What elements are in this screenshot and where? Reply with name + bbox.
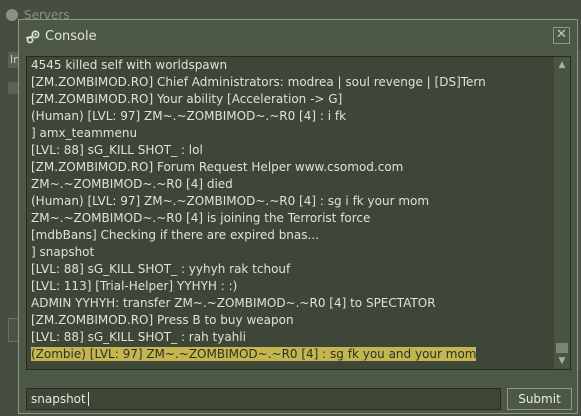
arrow-down-icon[interactable]: ▼ (555, 354, 569, 368)
log-line-text: (Zombie) [LVL: 97] ZM~.~ZOMBIMOD~.~R0 [4… (31, 347, 477, 361)
close-icon[interactable]: ✕ (553, 27, 570, 44)
console-command-input[interactable]: snapshot (26, 388, 501, 410)
log-line-text: (Human) [LVL: 97] ZM~.~ZOMBIMOD~.~R0 [4]… (31, 194, 430, 208)
console-title: Console (45, 29, 97, 44)
log-line: [ZM.ZOMBIMOD.RO] Your ability [Accelerat… (31, 91, 551, 108)
log-line-text: [ZM.ZOMBIMOD.RO] Your ability [Accelerat… (31, 92, 343, 106)
log-line-text: 4545 killed self with worldspawn (31, 58, 228, 72)
log-line-text: ZM~.~ZOMBIMOD~.~R0 [4] died (31, 177, 233, 191)
log-line-text: [ZM.ZOMBIMOD.RO] Press B to buy weapon (31, 313, 294, 327)
log-line-text: [LVL: 88] sG_KILL SHOT_ : rah tyahli (31, 330, 246, 344)
command-input-value: snapshot (31, 392, 86, 406)
log-line-text: [LVL: 113] [Trial-Helper] YYHYH : :) (31, 279, 238, 293)
log-line: [LVL: 113] [Trial-Helper] YYHYH : :) (31, 278, 551, 295)
log-line: [LVL: 88] sG_KILL SHOT_ : lol (31, 142, 551, 159)
log-line: ADMIN YYHYH: transfer ZM~.~ZOMBIMOD~.~R0… (31, 295, 551, 312)
log-line: ] amx_teammenu (31, 125, 551, 142)
console-log-lines: 4545 killed self with worldspawn [ZM.ZOMB… (31, 57, 551, 363)
log-line: [ZM.ZOMBIMOD.RO] Press B to buy weapon (31, 312, 551, 329)
console-titlebar[interactable]: Console ✕ (19, 20, 577, 52)
log-line: [LVL: 88] sG_KILL SHOT_ : rah tyahli (31, 329, 551, 346)
log-line: 4545 killed self with worldspawn (31, 57, 551, 74)
log-line: [ZM.ZOMBIMOD.RO] Chief Administrators: m… (31, 74, 551, 91)
submit-button[interactable]: Submit (507, 388, 572, 410)
log-line-text: [LVL: 88] sG_KILL SHOT_ : lol (31, 143, 203, 157)
log-line-text: ADMIN YYHYH: transfer ZM~.~ZOMBIMOD~.~R0… (31, 296, 436, 310)
log-line-selected: (Zombie) [LVL: 97] ZM~.~ZOMBIMOD~.~R0 [4… (31, 346, 551, 363)
log-line: ZM~.~ZOMBIMOD~.~R0 [4] is joining the Te… (31, 210, 551, 227)
log-line: ] snapshot (31, 244, 551, 261)
log-line-text: [ZM.ZOMBIMOD.RO] Chief Administrators: m… (31, 75, 486, 89)
log-line: [mdbBans] Checking if there are expired … (31, 227, 551, 244)
console-window: Console ✕ 4545 killed self with worldspa… (18, 19, 578, 414)
steam-icon (26, 30, 40, 44)
log-line: (Human) [LVL: 97] ZM~.~ZOMBIMOD~.~R0 [4]… (31, 108, 551, 125)
log-line-text: ] snapshot (31, 245, 95, 259)
console-log[interactable]: 4545 killed self with worldspawn [ZM.ZOMB… (26, 56, 571, 370)
log-line: (Human) [LVL: 97] ZM~.~ZOMBIMOD~.~R0 [4]… (31, 193, 551, 210)
log-line-text: [ZM.ZOMBIMOD.RO] Forum Request Helper ww… (31, 160, 404, 174)
arrow-up-icon[interactable]: ▲ (555, 58, 569, 72)
log-line-text: [LVL: 88] sG_KILL SHOT_ : yyhyh rak tcho… (31, 262, 291, 276)
log-line: [ZM.ZOMBIMOD.RO] Forum Request Helper ww… (31, 159, 551, 176)
log-line: ZM~.~ZOMBIMOD~.~R0 [4] died (31, 176, 551, 193)
console-scrollbar[interactable]: ▲ ▼ (554, 57, 570, 369)
text-caret (87, 392, 89, 406)
scroll-thumb[interactable] (556, 343, 568, 353)
steam-icon (6, 9, 18, 21)
log-line-text: ] amx_teammenu (31, 126, 138, 140)
log-line-text: (Human) [LVL: 97] ZM~.~ZOMBIMOD~.~R0 [4]… (31, 109, 347, 123)
log-line: [LVL: 88] sG_KILL SHOT_ : yyhyh rak tcho… (31, 261, 551, 278)
log-line-text: [mdbBans] Checking if there are expired … (31, 228, 319, 242)
log-line-text: ZM~.~ZOMBIMOD~.~R0 [4] is joining the Te… (31, 211, 371, 225)
